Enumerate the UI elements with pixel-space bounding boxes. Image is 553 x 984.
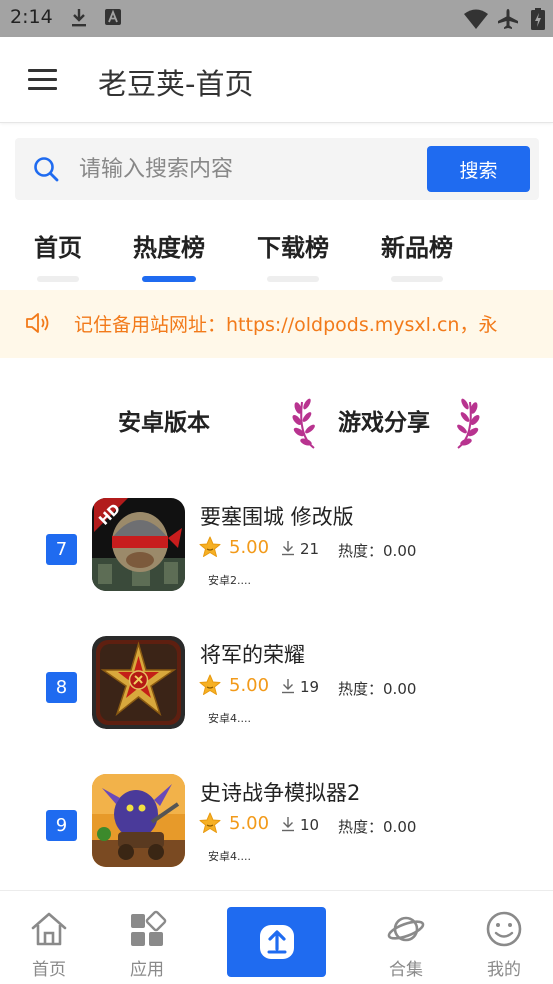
tab-indicator	[37, 276, 79, 282]
tab-indicator	[267, 276, 319, 282]
tab-indicator	[391, 276, 443, 282]
list-item[interactable]: 8 将军的荣耀 5.00 19 热度：0.00 安卓4....	[0, 628, 553, 758]
nav-item-mine[interactable]: 我的	[474, 909, 534, 980]
search-icon	[34, 157, 59, 182]
nav-item-collections[interactable]: 合集	[376, 909, 436, 980]
heat-value: 0.00	[383, 680, 417, 698]
download-icon	[282, 679, 294, 694]
download-icon	[282, 541, 294, 556]
ribbon-game-share[interactable]: 游戏分享	[330, 395, 450, 445]
tab-new[interactable]: 新品榜	[376, 228, 458, 286]
tab-home[interactable]: 首页	[31, 228, 85, 286]
upload-button[interactable]	[227, 907, 326, 977]
star-icon	[199, 536, 221, 557]
rank-badge: 9	[46, 810, 77, 841]
heat-label: 热度：	[338, 680, 384, 698]
download-notification-icon	[72, 9, 86, 27]
page-title: 老豆荚-首页	[98, 67, 254, 101]
status-bar: 2:14	[0, 0, 553, 37]
app-name: 将军的荣耀	[200, 643, 305, 667]
nav-label: 我的	[487, 960, 521, 980]
star-icon	[199, 812, 221, 833]
heat: 热度：0.00	[338, 816, 416, 837]
app-notification-icon	[105, 9, 121, 25]
home-icon	[31, 912, 67, 946]
rating: 5.00	[229, 813, 270, 834]
nav-label: 合集	[389, 960, 423, 980]
star-icon	[199, 674, 221, 695]
fortress-game-icon: HD	[92, 498, 185, 591]
tab-label: 热度榜	[133, 234, 205, 262]
heat: 热度：0.00	[338, 540, 416, 561]
ribbon-android-version[interactable]: 安卓版本	[100, 395, 240, 445]
battery-charging-icon	[531, 8, 545, 30]
app-name: 要塞围城 修改版	[200, 505, 354, 529]
ribbon-label: 游戏分享	[338, 410, 430, 436]
category-tabs: 首页 热度榜 下载榜 新品榜	[0, 228, 553, 288]
rating: 5.00	[229, 675, 270, 696]
nav-item-home[interactable]: 首页	[19, 909, 79, 980]
speaker-icon	[26, 313, 49, 333]
app-name: 史诗战争模拟器2	[200, 781, 361, 805]
search-input[interactable]	[79, 152, 419, 186]
tab-hot[interactable]: 热度榜	[128, 228, 210, 286]
rank-badge: 8	[46, 672, 77, 703]
nav-label: 首页	[32, 960, 66, 980]
heat-value: 0.00	[383, 818, 417, 836]
notice-text: 记住备用站网址：https://oldpods.mysxl.cn，永	[74, 314, 498, 336]
page: 2:14 老豆荚-首页 搜	[0, 0, 553, 984]
rank-badge: 7	[46, 534, 77, 565]
menu-icon[interactable]	[28, 69, 58, 91]
download-count: 10	[300, 816, 320, 834]
laurel-right-icon	[457, 398, 480, 449]
heat: 热度：0.00	[338, 678, 416, 699]
version: 安卓2....	[208, 574, 251, 587]
wifi-icon	[464, 9, 488, 29]
tab-label: 下载榜	[257, 234, 329, 262]
apps-icon	[131, 910, 167, 946]
ribbon-label: 安卓版本	[118, 410, 210, 436]
status-time: 2:14	[10, 6, 53, 28]
upload-icon	[259, 925, 294, 959]
tab-downloads[interactable]: 下载榜	[252, 228, 334, 286]
heat-label: 热度：	[338, 542, 384, 560]
planet-icon	[387, 916, 425, 942]
notice-banner[interactable]: 记住备用站网址：https://oldpods.mysxl.cn，永	[0, 290, 553, 358]
smiley-icon	[486, 911, 522, 947]
version: 安卓4....	[208, 712, 251, 725]
laurel-left-icon	[292, 398, 315, 449]
download-count: 21	[300, 540, 320, 558]
rating: 5.00	[229, 537, 270, 558]
version: 安卓4....	[208, 850, 251, 863]
list-item[interactable]: 7 HD 要塞围城 修改版 5.00 21 热度：0.00 安卓2....	[0, 490, 553, 620]
tab-indicator-active	[142, 276, 196, 282]
search-bar: 搜索	[15, 138, 539, 200]
bottom-nav: 首页 应用 合集 我的	[0, 890, 553, 984]
download-icon	[282, 817, 294, 832]
nav-label: 应用	[130, 960, 164, 980]
heat-label: 热度：	[338, 818, 384, 836]
general-glory-game-icon	[92, 636, 185, 729]
epic-battle-game-icon	[92, 774, 185, 867]
airplane-mode-icon	[498, 9, 518, 29]
app-bar: 老豆荚-首页	[0, 37, 553, 123]
nav-item-apps[interactable]: 应用	[117, 909, 177, 980]
download-count: 19	[300, 678, 320, 696]
tab-label: 新品榜	[381, 234, 453, 262]
heat-value: 0.00	[383, 542, 417, 560]
list-item[interactable]: 9 史诗战争模拟器2 5.00 10 热度：0.00 安卓4....	[0, 766, 553, 896]
search-button[interactable]: 搜索	[427, 146, 530, 192]
tab-label: 首页	[34, 234, 82, 262]
